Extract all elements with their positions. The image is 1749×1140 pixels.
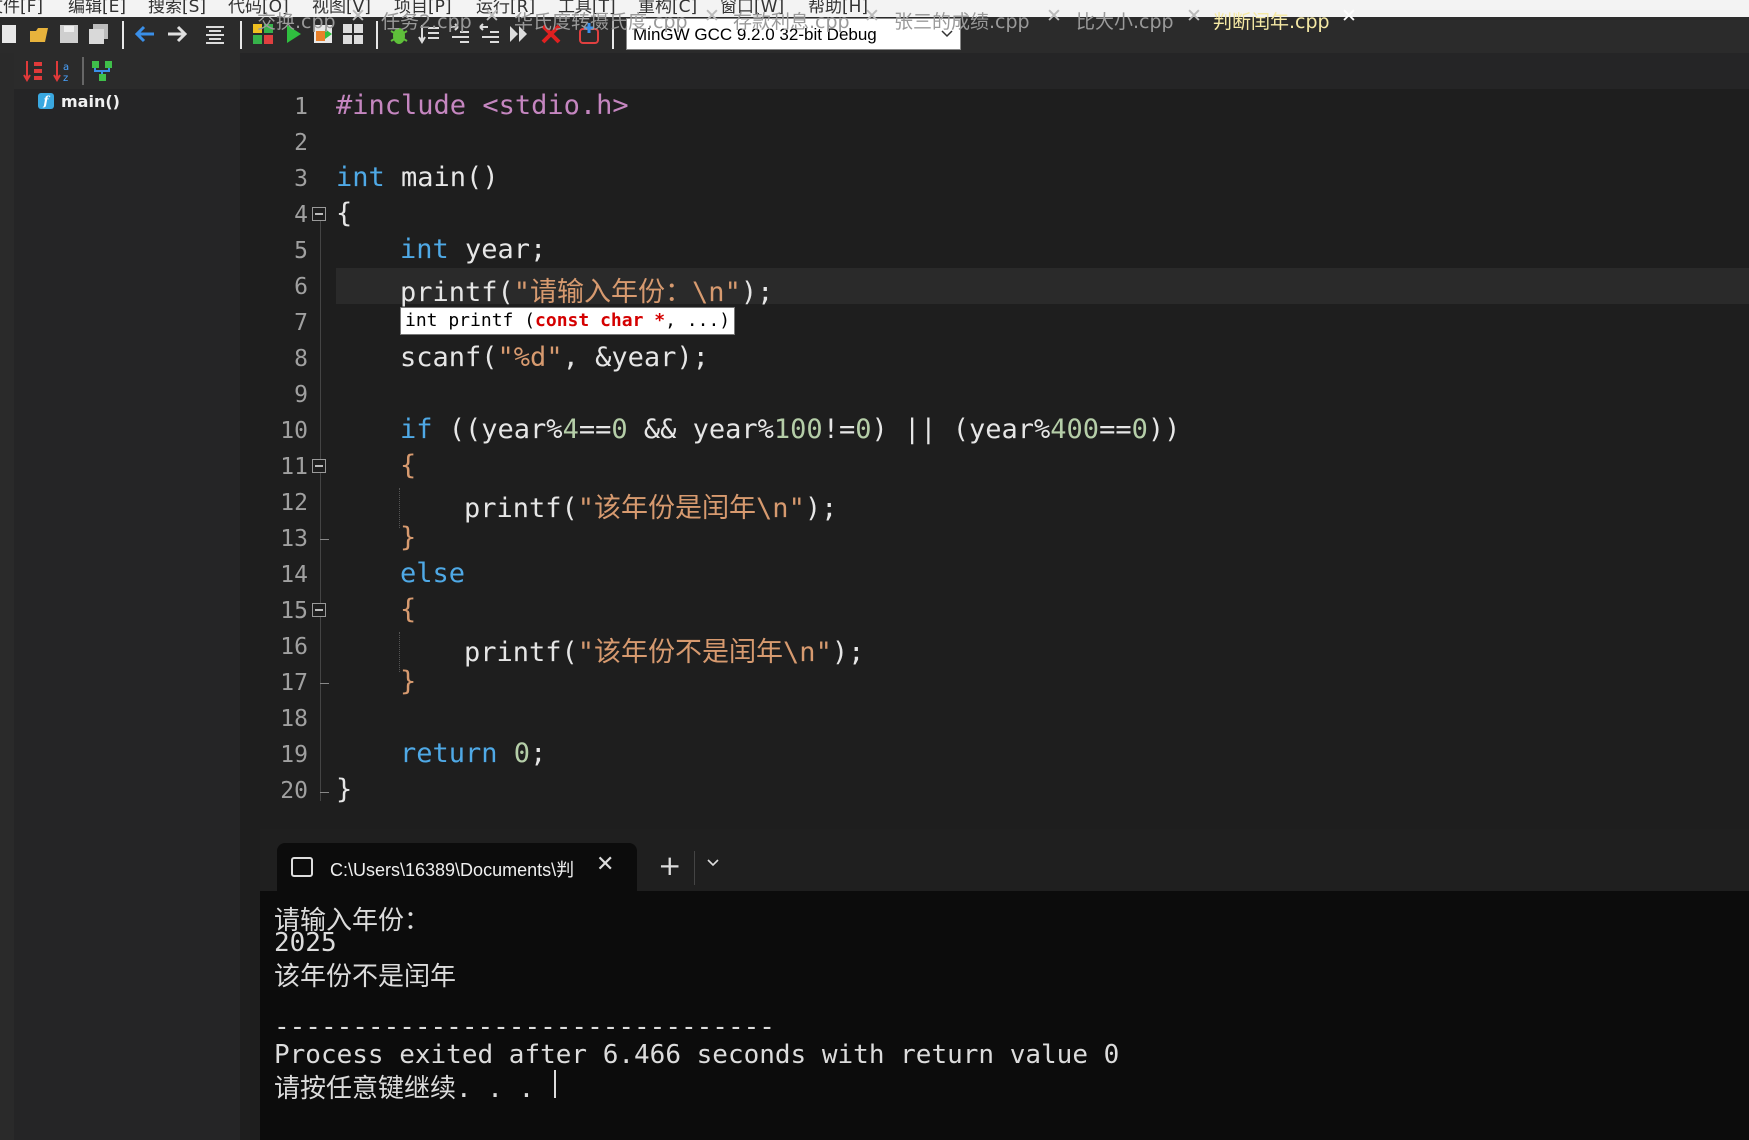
line-number: 4: [294, 202, 308, 228]
line-number: 18: [280, 706, 308, 732]
line-number: 17: [280, 670, 308, 696]
code-line-20: }: [336, 774, 353, 805]
fold-toggle[interactable]: [312, 207, 326, 221]
fold-end-marker: [320, 539, 329, 540]
toolbar-separator: [122, 21, 124, 49]
chevron-down-icon[interactable]: [706, 855, 720, 869]
format-code-icon[interactable]: [204, 23, 226, 45]
line-number: 19: [280, 742, 308, 768]
line-number: 7: [294, 310, 308, 336]
terminal-output-line: 2025: [274, 928, 337, 958]
terminal-output-line: 请按任意键继续. . .: [274, 1074, 535, 1104]
svg-text:a: a: [63, 62, 69, 73]
terminal-tab-title: C:\Users\16389\Documents\判: [330, 860, 575, 880]
toolbar-separator: [240, 21, 242, 49]
menu-search[interactable]: 搜索[S]: [148, 0, 206, 17]
function-icon: f: [38, 93, 54, 109]
line-number: 9: [294, 382, 308, 408]
close-icon[interactable]: ✕: [596, 852, 614, 877]
line-number: 6: [294, 274, 308, 300]
terminal-output-line: --------------------------------: [274, 1012, 775, 1042]
line-number: 8: [294, 346, 308, 372]
line-number: 11: [280, 454, 308, 480]
code-line-3: int main(): [336, 162, 499, 193]
fold-end-marker: [320, 792, 329, 793]
line-number: 3: [294, 166, 308, 192]
line-number: 13: [280, 526, 308, 552]
line-number: 5: [294, 238, 308, 264]
terminal-cursor: [554, 1070, 556, 1098]
code-line-19: return 0;: [400, 738, 547, 769]
menu-edit[interactable]: 编辑[E]: [68, 0, 126, 17]
code-line-13: }: [400, 522, 417, 553]
close-icon[interactable]: ✕: [1046, 5, 1062, 27]
terminal-tab-separator: [694, 851, 695, 885]
class-browser-toolbar: az: [14, 53, 240, 89]
code-line-5: int year;: [400, 234, 547, 265]
close-icon[interactable]: ✕: [1341, 5, 1357, 27]
line-number: 20: [280, 778, 308, 804]
fold-toggle[interactable]: [312, 603, 326, 617]
code-line-6: printf("请输入年份：\n");: [400, 277, 774, 308]
toolbar-separator: [82, 57, 84, 85]
save-icon[interactable]: [58, 23, 80, 45]
fold-toggle[interactable]: [312, 459, 326, 473]
line-number: 1: [294, 94, 308, 120]
terminal-output-line: 该年份不是闰年: [274, 962, 457, 992]
code-line-1: #include <stdio.h>: [336, 90, 629, 121]
line-number: 12: [280, 490, 308, 516]
code-line-11: {: [400, 450, 417, 481]
code-line-4: {: [336, 198, 353, 229]
terminal-icon: [291, 857, 313, 877]
terminal-output-line: Process exited after 6.466 seconds with …: [274, 1040, 1120, 1070]
fold-gutter-line: [320, 216, 321, 801]
code-line-17: }: [400, 666, 417, 697]
editor-tab-bar: [240, 53, 1749, 89]
line-number: 2: [294, 130, 308, 156]
menu-file[interactable]: 文件[F]: [0, 0, 43, 17]
code-line-12: printf("该年份是闰年\n");: [464, 493, 838, 524]
tree-item-label: main(): [61, 92, 120, 111]
close-icon[interactable]: ✕: [1186, 5, 1202, 27]
save-all-icon[interactable]: [88, 23, 110, 45]
close-icon[interactable]: ✕: [350, 5, 366, 27]
code-line-14: else: [400, 558, 466, 589]
close-icon[interactable]: ✕: [704, 5, 720, 27]
code-line-16: printf("该年份不是闰年\n");: [464, 637, 865, 668]
toolbar-separator: [376, 21, 378, 49]
fold-end-marker: [320, 683, 329, 684]
forward-arrow-icon[interactable]: [166, 23, 188, 45]
code-line-15: {: [400, 594, 417, 625]
class-browser-panel: [14, 53, 240, 1140]
signature-tooltip: int printf (const char *, ...): [400, 307, 736, 335]
left-panel-strip: [0, 53, 14, 1140]
back-arrow-icon[interactable]: [134, 23, 156, 45]
code-line-10: if ((year%4==0 && year%100!=0) || (year%…: [400, 414, 1181, 445]
sort-alpha-icon[interactable]: [22, 59, 44, 83]
line-number: 16: [280, 634, 308, 660]
line-number: 10: [280, 418, 308, 444]
code-line-8: scanf("%d", &year);: [400, 342, 709, 373]
new-tab-button[interactable]: +: [658, 849, 681, 882]
close-icon[interactable]: ✕: [484, 5, 500, 27]
new-file-icon[interactable]: [0, 23, 22, 45]
line-number: 14: [280, 562, 308, 588]
show-inherited-icon[interactable]: [90, 59, 114, 83]
line-number: 15: [280, 598, 308, 624]
sort-az-icon[interactable]: az: [52, 59, 74, 83]
code-editor[interactable]: [240, 89, 1749, 829]
svg-text:z: z: [63, 73, 68, 83]
open-folder-icon[interactable]: [28, 23, 50, 45]
close-icon[interactable]: ✕: [864, 5, 880, 27]
